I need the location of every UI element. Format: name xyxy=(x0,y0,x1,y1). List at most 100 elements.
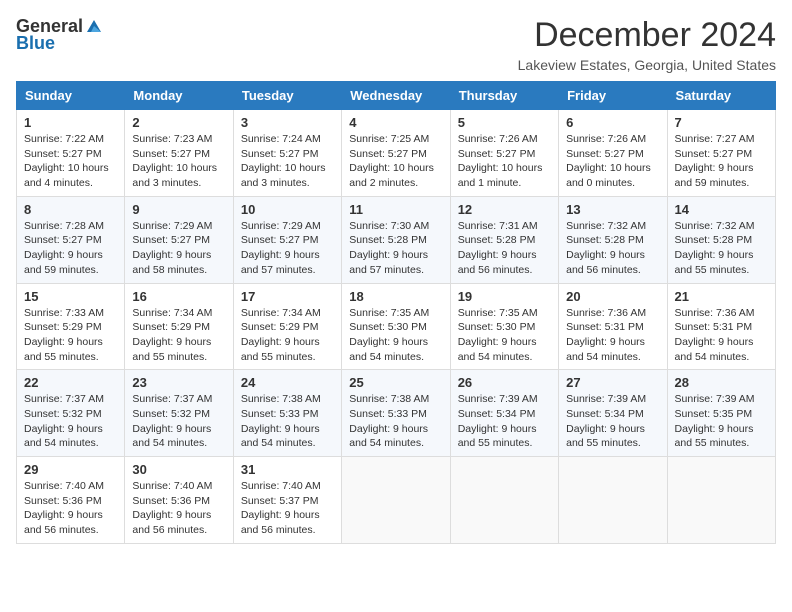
day-info: Sunrise: 7:36 AMSunset: 5:31 PMDaylight:… xyxy=(675,306,768,365)
logo: General Blue xyxy=(16,16,103,54)
calendar-cell: 26 Sunrise: 7:39 AMSunset: 5:34 PMDaylig… xyxy=(450,370,558,457)
day-info: Sunrise: 7:28 AMSunset: 5:27 PMDaylight:… xyxy=(24,219,117,278)
title-area: December 2024 Lakeview Estates, Georgia,… xyxy=(518,16,776,73)
calendar-cell: 13 Sunrise: 7:32 AMSunset: 5:28 PMDaylig… xyxy=(559,196,667,283)
day-info: Sunrise: 7:38 AMSunset: 5:33 PMDaylight:… xyxy=(241,392,334,451)
calendar-cell: 1 Sunrise: 7:22 AMSunset: 5:27 PMDayligh… xyxy=(17,110,125,197)
calendar-cell: 2 Sunrise: 7:23 AMSunset: 5:27 PMDayligh… xyxy=(125,110,233,197)
day-number: 1 xyxy=(24,115,117,130)
day-info: Sunrise: 7:36 AMSunset: 5:31 PMDaylight:… xyxy=(566,306,659,365)
weekday-header-thursday: Thursday xyxy=(450,82,558,110)
day-number: 15 xyxy=(24,289,117,304)
page-header: General Blue December 2024 Lakeview Esta… xyxy=(16,16,776,73)
day-number: 12 xyxy=(458,202,551,217)
calendar-cell: 19 Sunrise: 7:35 AMSunset: 5:30 PMDaylig… xyxy=(450,283,558,370)
calendar-cell: 24 Sunrise: 7:38 AMSunset: 5:33 PMDaylig… xyxy=(233,370,341,457)
calendar-cell: 14 Sunrise: 7:32 AMSunset: 5:28 PMDaylig… xyxy=(667,196,775,283)
day-number: 10 xyxy=(241,202,334,217)
day-number: 28 xyxy=(675,375,768,390)
day-number: 24 xyxy=(241,375,334,390)
calendar-cell: 11 Sunrise: 7:30 AMSunset: 5:28 PMDaylig… xyxy=(342,196,450,283)
day-number: 31 xyxy=(241,462,334,477)
day-info: Sunrise: 7:30 AMSunset: 5:28 PMDaylight:… xyxy=(349,219,442,278)
day-number: 8 xyxy=(24,202,117,217)
day-number: 9 xyxy=(132,202,225,217)
day-number: 25 xyxy=(349,375,442,390)
calendar-cell: 17 Sunrise: 7:34 AMSunset: 5:29 PMDaylig… xyxy=(233,283,341,370)
day-number: 17 xyxy=(241,289,334,304)
day-info: Sunrise: 7:39 AMSunset: 5:34 PMDaylight:… xyxy=(566,392,659,451)
day-info: Sunrise: 7:40 AMSunset: 5:37 PMDaylight:… xyxy=(241,479,334,538)
day-info: Sunrise: 7:33 AMSunset: 5:29 PMDaylight:… xyxy=(24,306,117,365)
calendar-cell: 7 Sunrise: 7:27 AMSunset: 5:27 PMDayligh… xyxy=(667,110,775,197)
day-info: Sunrise: 7:26 AMSunset: 5:27 PMDaylight:… xyxy=(458,132,551,191)
day-number: 21 xyxy=(675,289,768,304)
calendar-cell: 30 Sunrise: 7:40 AMSunset: 5:36 PMDaylig… xyxy=(125,457,233,544)
day-info: Sunrise: 7:32 AMSunset: 5:28 PMDaylight:… xyxy=(675,219,768,278)
day-info: Sunrise: 7:35 AMSunset: 5:30 PMDaylight:… xyxy=(349,306,442,365)
day-number: 4 xyxy=(349,115,442,130)
day-info: Sunrise: 7:29 AMSunset: 5:27 PMDaylight:… xyxy=(241,219,334,278)
calendar-week-row: 15 Sunrise: 7:33 AMSunset: 5:29 PMDaylig… xyxy=(17,283,776,370)
day-number: 3 xyxy=(241,115,334,130)
calendar-cell xyxy=(450,457,558,544)
calendar-cell: 4 Sunrise: 7:25 AMSunset: 5:27 PMDayligh… xyxy=(342,110,450,197)
calendar-cell: 5 Sunrise: 7:26 AMSunset: 5:27 PMDayligh… xyxy=(450,110,558,197)
calendar-cell: 29 Sunrise: 7:40 AMSunset: 5:36 PMDaylig… xyxy=(17,457,125,544)
day-info: Sunrise: 7:31 AMSunset: 5:28 PMDaylight:… xyxy=(458,219,551,278)
day-info: Sunrise: 7:37 AMSunset: 5:32 PMDaylight:… xyxy=(132,392,225,451)
calendar-cell: 8 Sunrise: 7:28 AMSunset: 5:27 PMDayligh… xyxy=(17,196,125,283)
calendar-cell: 3 Sunrise: 7:24 AMSunset: 5:27 PMDayligh… xyxy=(233,110,341,197)
calendar-week-row: 22 Sunrise: 7:37 AMSunset: 5:32 PMDaylig… xyxy=(17,370,776,457)
day-number: 5 xyxy=(458,115,551,130)
location: Lakeview Estates, Georgia, United States xyxy=(518,57,776,73)
day-info: Sunrise: 7:40 AMSunset: 5:36 PMDaylight:… xyxy=(132,479,225,538)
day-number: 30 xyxy=(132,462,225,477)
calendar-cell: 22 Sunrise: 7:37 AMSunset: 5:32 PMDaylig… xyxy=(17,370,125,457)
day-info: Sunrise: 7:29 AMSunset: 5:27 PMDaylight:… xyxy=(132,219,225,278)
calendar-cell: 16 Sunrise: 7:34 AMSunset: 5:29 PMDaylig… xyxy=(125,283,233,370)
day-info: Sunrise: 7:23 AMSunset: 5:27 PMDaylight:… xyxy=(132,132,225,191)
logo-icon xyxy=(85,18,103,36)
calendar-cell: 23 Sunrise: 7:37 AMSunset: 5:32 PMDaylig… xyxy=(125,370,233,457)
day-info: Sunrise: 7:39 AMSunset: 5:35 PMDaylight:… xyxy=(675,392,768,451)
day-number: 23 xyxy=(132,375,225,390)
calendar-cell: 27 Sunrise: 7:39 AMSunset: 5:34 PMDaylig… xyxy=(559,370,667,457)
day-number: 11 xyxy=(349,202,442,217)
day-info: Sunrise: 7:22 AMSunset: 5:27 PMDaylight:… xyxy=(24,132,117,191)
calendar-cell: 31 Sunrise: 7:40 AMSunset: 5:37 PMDaylig… xyxy=(233,457,341,544)
calendar-cell: 10 Sunrise: 7:29 AMSunset: 5:27 PMDaylig… xyxy=(233,196,341,283)
weekday-header-saturday: Saturday xyxy=(667,82,775,110)
day-number: 26 xyxy=(458,375,551,390)
day-number: 7 xyxy=(675,115,768,130)
calendar-week-row: 1 Sunrise: 7:22 AMSunset: 5:27 PMDayligh… xyxy=(17,110,776,197)
day-number: 13 xyxy=(566,202,659,217)
day-number: 18 xyxy=(349,289,442,304)
weekday-header-wednesday: Wednesday xyxy=(342,82,450,110)
day-info: Sunrise: 7:24 AMSunset: 5:27 PMDaylight:… xyxy=(241,132,334,191)
weekday-header-tuesday: Tuesday xyxy=(233,82,341,110)
day-info: Sunrise: 7:25 AMSunset: 5:27 PMDaylight:… xyxy=(349,132,442,191)
calendar-cell xyxy=(342,457,450,544)
calendar-cell: 9 Sunrise: 7:29 AMSunset: 5:27 PMDayligh… xyxy=(125,196,233,283)
weekday-header-sunday: Sunday xyxy=(17,82,125,110)
day-info: Sunrise: 7:34 AMSunset: 5:29 PMDaylight:… xyxy=(241,306,334,365)
day-number: 2 xyxy=(132,115,225,130)
day-info: Sunrise: 7:26 AMSunset: 5:27 PMDaylight:… xyxy=(566,132,659,191)
day-info: Sunrise: 7:35 AMSunset: 5:30 PMDaylight:… xyxy=(458,306,551,365)
weekday-header-friday: Friday xyxy=(559,82,667,110)
day-info: Sunrise: 7:40 AMSunset: 5:36 PMDaylight:… xyxy=(24,479,117,538)
calendar-cell: 21 Sunrise: 7:36 AMSunset: 5:31 PMDaylig… xyxy=(667,283,775,370)
day-number: 20 xyxy=(566,289,659,304)
calendar-cell: 25 Sunrise: 7:38 AMSunset: 5:33 PMDaylig… xyxy=(342,370,450,457)
day-info: Sunrise: 7:32 AMSunset: 5:28 PMDaylight:… xyxy=(566,219,659,278)
day-number: 22 xyxy=(24,375,117,390)
calendar-cell: 28 Sunrise: 7:39 AMSunset: 5:35 PMDaylig… xyxy=(667,370,775,457)
day-number: 29 xyxy=(24,462,117,477)
calendar-cell: 18 Sunrise: 7:35 AMSunset: 5:30 PMDaylig… xyxy=(342,283,450,370)
day-number: 6 xyxy=(566,115,659,130)
calendar-cell: 12 Sunrise: 7:31 AMSunset: 5:28 PMDaylig… xyxy=(450,196,558,283)
calendar-table: SundayMondayTuesdayWednesdayThursdayFrid… xyxy=(16,81,776,544)
day-info: Sunrise: 7:34 AMSunset: 5:29 PMDaylight:… xyxy=(132,306,225,365)
calendar-cell: 15 Sunrise: 7:33 AMSunset: 5:29 PMDaylig… xyxy=(17,283,125,370)
